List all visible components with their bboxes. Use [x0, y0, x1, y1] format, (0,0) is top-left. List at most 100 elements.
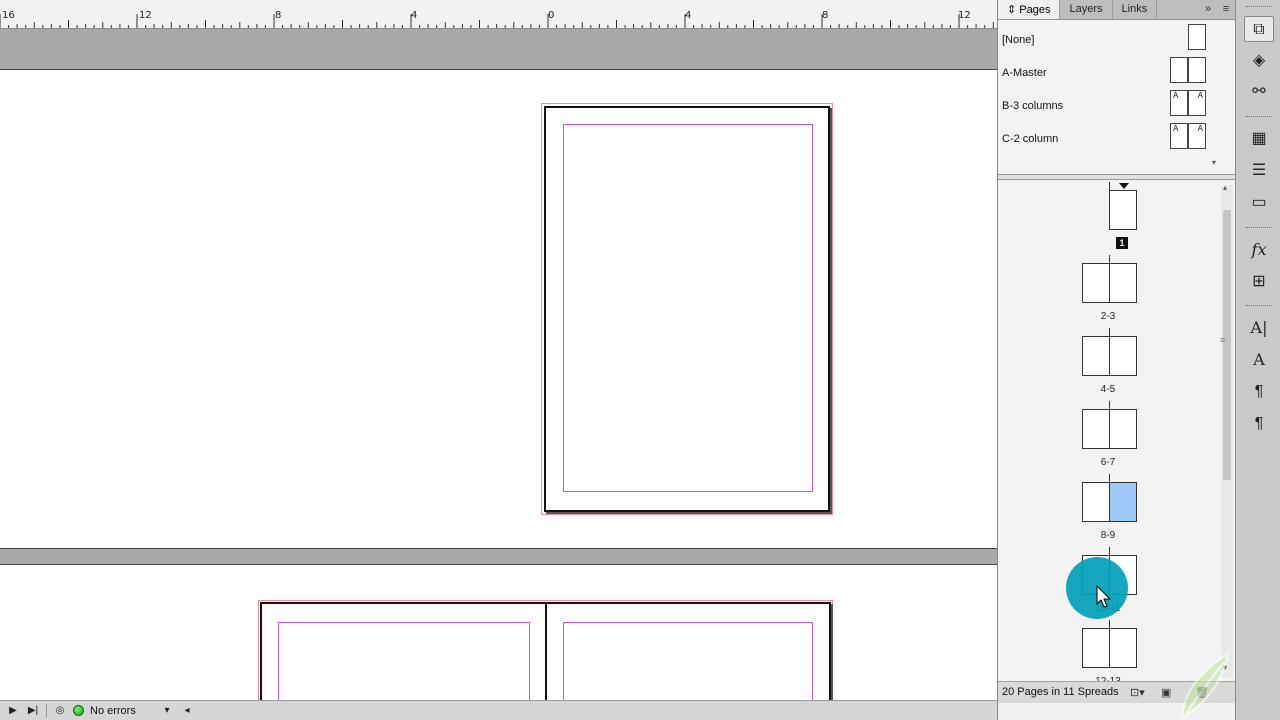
page-thumbnail[interactable] — [1109, 628, 1137, 668]
swatches-icon[interactable]: ▦ — [1244, 126, 1274, 152]
tab-pages-label: Pages — [1019, 4, 1051, 16]
scroll-left-icon[interactable]: ◂ — [180, 705, 194, 716]
preflight-icon[interactable]: ◎ — [53, 705, 67, 716]
spread-label: 8-9 — [1100, 530, 1116, 541]
master-label: [None] — [1002, 34, 1035, 46]
tab-layers-label: Layers — [1069, 3, 1103, 15]
master-thumbnail — [1188, 24, 1206, 50]
master-c[interactable]: C-2 column A A — [998, 123, 1226, 156]
master-thumbnail: A — [1170, 123, 1188, 149]
page-thumbnail-selected[interactable] — [1109, 482, 1137, 522]
tab-links-label: Links — [1121, 3, 1148, 15]
spread-line — [1109, 255, 1110, 303]
layers-icon[interactable]: ◈ — [1244, 48, 1274, 74]
spread-line — [1109, 182, 1110, 230]
master-thumbnail — [1188, 57, 1206, 83]
status-bar: ▶ ▶| ◎ No errors ▾ ◂ — [0, 700, 997, 720]
page-thumbnail[interactable] — [1082, 263, 1110, 303]
dock-grip[interactable] — [1246, 6, 1272, 9]
spread-line — [1109, 620, 1110, 668]
chevron-down-icon[interactable]: ▾ — [160, 705, 174, 716]
paragraph-icon[interactable]: ¶ — [1244, 411, 1274, 437]
text-wrap-icon[interactable]: ⊞ — [1244, 269, 1274, 295]
ruler-number: 8 — [822, 10, 829, 21]
dock-grip[interactable] — [1246, 227, 1272, 230]
double-chevron-right-icon[interactable]: » — [1199, 0, 1217, 19]
separator — [46, 703, 47, 718]
ruler-number: 8 — [275, 10, 282, 21]
grip-icon[interactable]: ≡ — [1220, 335, 1225, 345]
ruler-number: 16 — [2, 10, 15, 21]
margin-guide — [278, 622, 530, 700]
mouse-cursor-icon — [1096, 585, 1112, 608]
panel-tabs: ⇕ Pages Layers Links » ≡ — [998, 0, 1235, 20]
master-thumbnail: A — [1188, 123, 1206, 149]
spread-band — [0, 564, 997, 700]
margin-guide — [563, 124, 813, 492]
master-label: A-Master — [1002, 67, 1047, 79]
ruler-number: 12 — [958, 10, 971, 21]
document-page[interactable] — [544, 106, 830, 512]
ruler-number: 12 — [139, 10, 152, 21]
page-thumbnail[interactable] — [1082, 336, 1110, 376]
master-b[interactable]: B-3 columns A A — [998, 90, 1226, 123]
section-divider[interactable] — [998, 174, 1236, 180]
character-icon[interactable]: A — [1244, 347, 1274, 373]
leaf-watermark-icon — [1180, 651, 1230, 720]
page-thumbnail[interactable] — [1109, 409, 1137, 449]
master-thumbnail: A — [1170, 90, 1188, 116]
ruler-number: 4 — [685, 10, 692, 21]
tab-spacer — [1157, 0, 1199, 19]
page-thumbnail[interactable] — [1109, 336, 1137, 376]
character-styles-icon[interactable]: A| — [1244, 315, 1274, 341]
scroll-up-icon[interactable]: ▴ — [1223, 183, 1227, 192]
document-spread[interactable] — [260, 602, 831, 700]
links-icon[interactable]: ⚯ — [1244, 79, 1274, 105]
preflight-status: No errors — [90, 704, 136, 717]
master-a[interactable]: A-Master — [998, 57, 1226, 90]
page-thumbnail[interactable] — [1082, 482, 1110, 522]
pages-panel-icon[interactable]: ⧉ — [1244, 16, 1274, 42]
master-label: C-2 column — [1002, 133, 1059, 145]
page-number-badge: 1 — [1116, 237, 1128, 249]
first-page-arrow-icon — [1119, 183, 1129, 189]
masters-section: [None] A-Master B-3 columns A A C-2 colu… — [998, 20, 1236, 170]
master-label: B-3 columns — [1002, 100, 1064, 112]
spread-spine — [545, 604, 547, 700]
tab-pages[interactable]: ⇕ Pages — [998, 0, 1061, 19]
margin-guide — [563, 622, 813, 700]
page-thumbnail[interactable] — [1109, 190, 1137, 230]
dock-grip[interactable] — [1246, 116, 1272, 119]
master-thumbnail — [1170, 57, 1188, 83]
spread-label: 4-5 — [1100, 384, 1116, 395]
pages-count: 20 Pages in 11 Spreads — [1002, 686, 1119, 698]
page-thumbnail[interactable] — [1109, 263, 1137, 303]
panel-menu-icon[interactable]: ≡ — [1217, 0, 1235, 19]
spread-line — [1109, 474, 1110, 522]
panel-dock: ⧉ ◈ ⚯ ▦ ☰ ▭ fx ⊞ A| A ¶ ¶ — [1235, 0, 1280, 720]
stroke-icon[interactable]: ☰ — [1244, 158, 1274, 184]
dock-grip[interactable] — [1246, 305, 1272, 308]
edit-page-size-icon[interactable]: ⊡▾ — [1130, 686, 1145, 699]
tab-layers[interactable]: Layers — [1060, 0, 1113, 19]
effects-icon[interactable]: fx — [1244, 237, 1274, 263]
paragraph-styles-icon[interactable]: ¶ — [1244, 379, 1274, 405]
pages-scrollbar[interactable]: ▴ ≡ ▾ — [1220, 183, 1233, 677]
scrollbar-thumb[interactable] — [1223, 210, 1231, 480]
page-thumbnail[interactable] — [1082, 409, 1110, 449]
status-ok-icon — [73, 705, 84, 716]
last-page-icon[interactable]: ▶| — [26, 705, 40, 716]
next-page-icon[interactable]: ▶ — [6, 705, 20, 716]
spread-band — [0, 69, 997, 549]
page-thumbnail[interactable] — [1082, 628, 1110, 668]
gradient-icon[interactable]: ▭ — [1244, 190, 1274, 216]
new-page-icon[interactable]: ▣ — [1161, 686, 1171, 699]
chevron-down-icon[interactable]: ▾ — [1212, 158, 1216, 167]
ruler-number: 4 — [411, 10, 418, 21]
spread-label: 2-3 — [1100, 311, 1116, 322]
document-canvas[interactable] — [0, 29, 997, 700]
master-none[interactable]: [None] — [998, 24, 1226, 57]
tab-links[interactable]: Links — [1113, 0, 1158, 19]
horizontal-ruler[interactable]: 16 12 8 4 0 4 8 12 — [0, 0, 997, 29]
ruler-number: 0 — [548, 10, 555, 21]
